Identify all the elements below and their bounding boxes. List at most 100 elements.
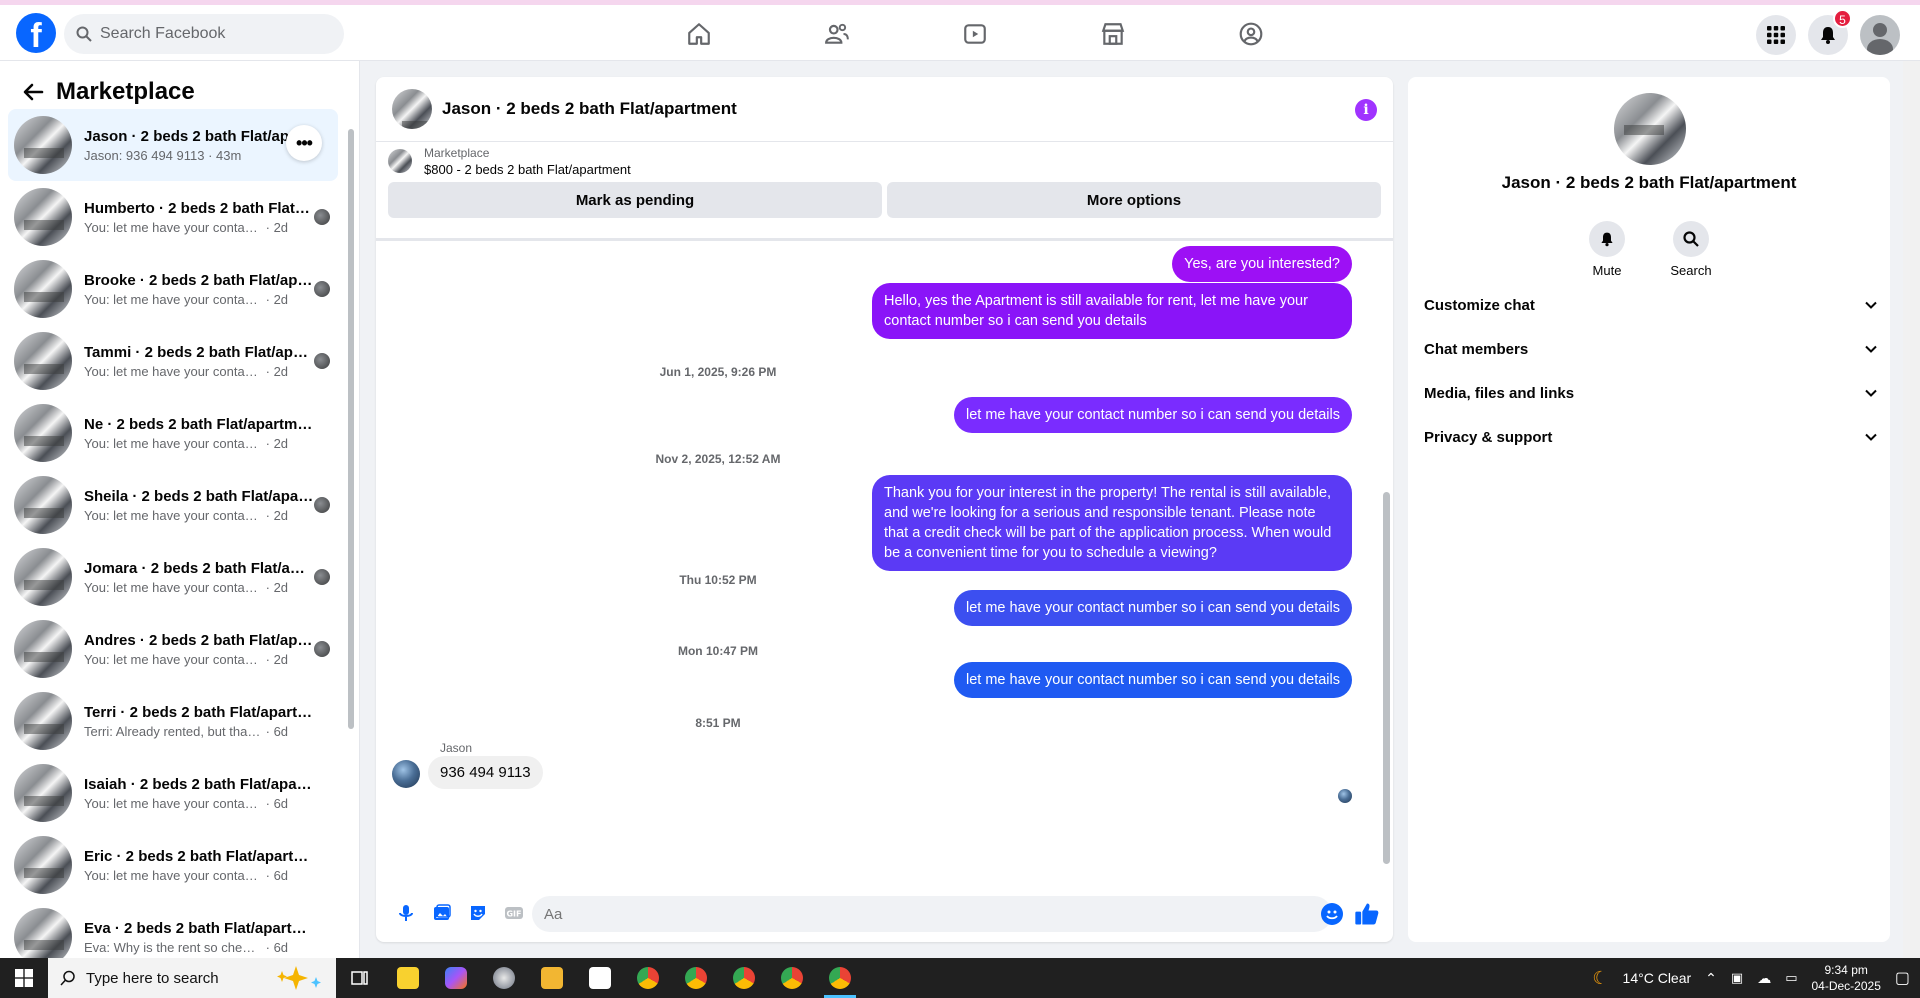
taskbar-capcut[interactable] — [576, 958, 624, 998]
taskbar-copilot[interactable] — [432, 958, 480, 998]
conversation-item-ne[interactable]: Ne · 2 beds 2 bath Flat/apartment You: l… — [8, 397, 338, 469]
attach-photo-button[interactable] — [424, 895, 460, 931]
svg-text:GIF: GIF — [506, 910, 521, 919]
nav-friends[interactable] — [768, 13, 906, 55]
conversation-item-terri[interactable]: Terri · 2 beds 2 bath Flat/apartment Ter… — [8, 685, 338, 757]
nav-groups[interactable] — [1182, 13, 1320, 55]
search-in-chat-button[interactable] — [1673, 221, 1709, 257]
back-arrow-icon[interactable] — [22, 81, 44, 103]
chevron-down-icon — [1865, 433, 1877, 441]
clock-date: 04-Dec-2025 — [1811, 979, 1881, 993]
conversation-item-isaiah[interactable]: Isaiah · 2 beds 2 bath Flat/apartment Yo… — [8, 757, 338, 829]
taskbar-chrome-n[interactable] — [624, 958, 672, 998]
section-chat-members[interactable]: Chat members — [1424, 327, 1878, 371]
listing-thumbnail — [14, 188, 72, 246]
mark-as-pending-button[interactable]: Mark as pending — [388, 182, 882, 218]
profile-avatar-button[interactable] — [1860, 15, 1900, 55]
conversation-list-scrollbar[interactable] — [347, 111, 355, 951]
mute-button[interactable] — [1589, 221, 1625, 257]
conversation-snippet: You: let me have your contact n... — [84, 363, 262, 379]
capcut-icon — [589, 967, 611, 989]
notification-center-icon[interactable]: ▢ — [1895, 968, 1910, 988]
read-receipt-avatar — [1338, 789, 1352, 803]
conversation-item-humberto[interactable]: Humberto · 2 beds 2 bath Flat/apartment … — [8, 181, 338, 253]
taskbar-chrome-m[interactable] — [672, 958, 720, 998]
timestamp-divider: Thu 10:52 PM — [679, 573, 757, 587]
copilot-icon — [445, 967, 467, 989]
conversation-item-brooke[interactable]: Brooke · 2 beds 2 bath Flat/apartment Yo… — [8, 253, 338, 325]
weather-text[interactable]: 14°C Clear — [1623, 970, 1692, 986]
gif-button[interactable]: GIF — [496, 895, 532, 931]
chevron-down-icon — [1865, 389, 1877, 397]
taskbar-chrome-profile[interactable] — [720, 958, 768, 998]
taskbar-search-placeholder: Type here to search — [86, 969, 219, 987]
message-thread-scrollbar[interactable] — [1381, 242, 1391, 882]
sender-name: Jason — [440, 741, 473, 755]
conversation-snippet: You: let me have your contact n... — [84, 291, 262, 307]
message-input[interactable] — [532, 896, 1332, 932]
conversation-item-andres[interactable]: Andres · 2 beds 2 bath Flat/apartment Yo… — [8, 613, 338, 685]
nav-video[interactable] — [906, 13, 1044, 55]
network-icon[interactable]: ▭ — [1785, 970, 1797, 986]
home-icon — [688, 23, 710, 45]
task-view-button[interactable] — [336, 958, 384, 998]
taskbar-search-box[interactable]: Type here to search — [48, 958, 336, 998]
info-icon[interactable]: i — [1355, 99, 1377, 121]
nav-home[interactable] — [630, 13, 768, 55]
start-button[interactable] — [0, 958, 48, 998]
conversation-title: Jomara · 2 beds 2 bath Flat/apartment — [84, 559, 314, 577]
onedrive-icon[interactable]: ☁ — [1757, 970, 1771, 987]
chat-title[interactable]: Jason · 2 beds 2 bath Flat/apartment — [442, 99, 737, 119]
facebook-search-input[interactable]: Search Facebook — [64, 14, 344, 54]
conversation-options-button[interactable]: ••• — [286, 125, 322, 161]
bell-icon — [1821, 27, 1835, 44]
conversation-time: 6d — [273, 867, 289, 883]
conversation-item-sheila[interactable]: Sheila · 2 beds 2 bath Flat/apartment Yo… — [8, 469, 338, 541]
chevron-down-icon — [1865, 301, 1877, 309]
sender-avatar[interactable] — [392, 760, 420, 788]
mute-action[interactable]: Mute — [1583, 221, 1631, 278]
conversation-snippet: You: let me have your contact num... — [84, 795, 262, 811]
nav-marketplace[interactable] — [1044, 13, 1182, 55]
conversation-item-tammi[interactable]: Tammi · 2 beds 2 bath Flat/apartment You… — [8, 325, 338, 397]
conversation-title: Brooke · 2 beds 2 bath Flat/apartment — [84, 271, 314, 289]
section-media-files-links[interactable]: Media, files and links — [1424, 371, 1878, 415]
section-privacy-support[interactable]: Privacy & support — [1424, 415, 1878, 459]
voice-clip-button[interactable] — [388, 895, 424, 931]
conversation-item-jason[interactable]: Jason · 2 beds 2 bath Flat/apartment Jas… — [8, 109, 338, 181]
search-action[interactable]: Search — [1667, 221, 1715, 278]
taskbar-file-explorer[interactable] — [528, 958, 576, 998]
marketplace-listing-bar[interactable]: Marketplace $800 - 2 beds 2 bath Flat/ap… — [376, 142, 1393, 180]
facebook-logo-icon[interactable]: f — [16, 13, 56, 53]
chevron-up-icon[interactable]: ⌃ — [1705, 970, 1717, 987]
more-options-button[interactable]: More options — [887, 182, 1381, 218]
conversation-time: 43m — [216, 147, 242, 163]
conversation-title: Eva · 2 beds 2 bath Flat/apartment — [84, 919, 314, 937]
conversation-item-jomara[interactable]: Jomara · 2 beds 2 bath Flat/apartment Yo… — [8, 541, 338, 613]
conversation-title: Ne · 2 beds 2 bath Flat/apartment — [84, 415, 314, 433]
page-scrollbar[interactable] — [1903, 61, 1920, 958]
listing-thumbnail — [14, 548, 72, 606]
system-clock[interactable]: 9:34 pm 04-Dec-2025 — [1812, 962, 1881, 994]
taskbar-chrome-active[interactable] — [816, 958, 864, 998]
details-listing-thumbnail[interactable] — [1614, 93, 1686, 165]
section-customize-chat[interactable]: Customize chat — [1424, 283, 1878, 327]
groups-icon — [1239, 22, 1263, 46]
menu-grid-button[interactable] — [1756, 15, 1796, 55]
conversation-item-eric[interactable]: Eric · 2 beds 2 bath Flat/apartment You:… — [8, 829, 338, 901]
listing-thumbnail — [14, 332, 72, 390]
notifications-button[interactable]: 5 — [1808, 9, 1852, 55]
conversation-snippet: You: let me have your contact num... — [84, 435, 262, 451]
send-like-button[interactable] — [1353, 900, 1381, 928]
listing-price-title: $800 - 2 beds 2 bath Flat/apartment — [424, 161, 631, 177]
emoji-button[interactable] — [1321, 903, 1343, 925]
sticker-button[interactable] — [460, 895, 496, 931]
taskbar-app-bird[interactable] — [480, 958, 528, 998]
chat-listing-thumbnail[interactable] — [392, 89, 432, 129]
meet-now-icon[interactable]: ▣ — [1731, 970, 1743, 986]
video-icon — [964, 24, 986, 44]
taskbar-sticky-notes[interactable] — [384, 958, 432, 998]
taskbar-chrome-profile-2[interactable] — [768, 958, 816, 998]
friends-icon — [825, 23, 849, 44]
listing-thumbnail — [14, 260, 72, 318]
